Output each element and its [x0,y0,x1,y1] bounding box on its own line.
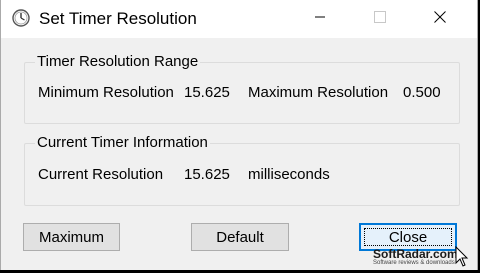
timer-resolution-range-group: Timer Resolution Range Minimum Resolutio… [24,53,460,124]
current-resolution-unit: milliseconds [248,166,330,183]
timer-resolution-window: Set Timer Resolution Timer Resolution Ra… [0,0,478,270]
minimize-icon [314,10,326,28]
current-group-legend: Current Timer Information [35,134,210,151]
close-window-button[interactable] [417,0,463,38]
minimum-resolution-label: Minimum Resolution [38,84,174,101]
default-button[interactable]: Default [191,223,289,251]
range-group-legend: Timer Resolution Range [35,53,201,70]
mouse-pointer-icon [455,245,469,273]
current-resolution-label: Current Resolution [38,166,164,183]
clock-icon [11,8,31,28]
window-title: Set Timer Resolution [39,9,197,28]
maximum-resolution-value: 0.500 [403,84,441,101]
maximize-icon [374,10,386,28]
current-timer-information-group: Current Timer Information Current Resolu… [24,134,460,206]
current-resolution-value: 15.625 [184,166,230,183]
close-icon [434,10,446,28]
maximum-resolution-label: Maximum Resolution [248,84,389,101]
maximize-button[interactable] [357,0,403,38]
title-bar[interactable]: Set Timer Resolution [1,0,477,38]
minimum-resolution-value: 15.625 [184,84,230,101]
close-button-label: Close [388,228,428,246]
maximum-button[interactable]: Maximum [23,223,120,251]
minimize-button[interactable] [297,0,343,38]
